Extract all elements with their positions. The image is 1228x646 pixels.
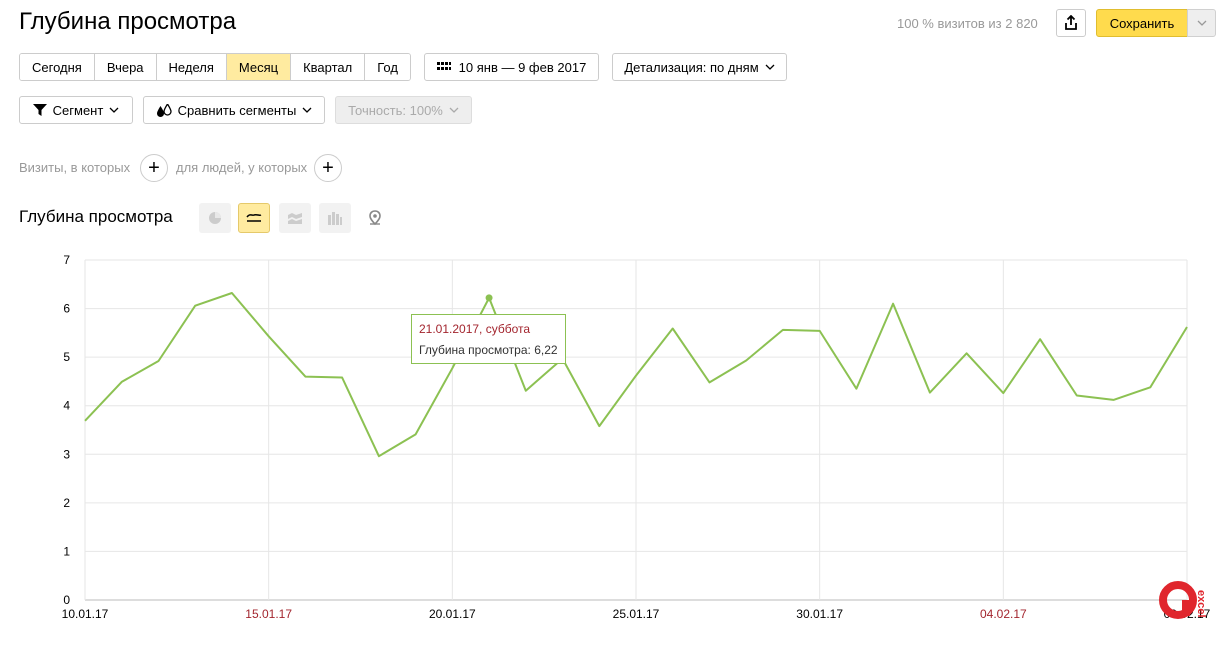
visits-condition-label: Визиты, в которых — [19, 160, 131, 175]
chevron-down-icon — [765, 64, 775, 70]
plus-icon: + — [148, 157, 160, 179]
y-tick-label: 4 — [63, 399, 70, 413]
share-icon — [1065, 15, 1077, 30]
chart-area: 0 1 2 3 4 5 6 7 10.01.17 15.01.17 20.01.17 25.01.17… — [0, 240, 1228, 640]
x-tick-label: 15.01.17 — [245, 607, 292, 621]
period-today[interactable]: Сегодня — [20, 54, 95, 80]
map-icon — [369, 210, 381, 226]
y-tick-label: 6 — [63, 302, 70, 316]
map-button[interactable] — [359, 203, 391, 233]
period-week[interactable]: Неделя — [156, 54, 227, 80]
y-tick-label: 1 — [63, 544, 70, 558]
line-chart-icon — [246, 213, 262, 222]
drops-icon — [156, 103, 172, 117]
detail-label: Детализация: по дням — [624, 59, 759, 75]
y-tick-label: 3 — [63, 447, 70, 461]
pie-chart-button[interactable] — [199, 203, 231, 233]
accuracy-dropdown[interactable]: Точность: 100% — [335, 96, 472, 124]
area-chart-button[interactable] — [279, 203, 311, 233]
date-range-label: 10 янв — 9 фев 2017 — [458, 59, 587, 75]
x-tick-label: 25.01.17 — [613, 607, 660, 621]
chevron-down-icon — [302, 107, 312, 113]
y-tick-label: 2 — [63, 496, 70, 510]
y-tick-label: 5 — [63, 350, 70, 364]
segment-button[interactable]: Сегмент — [19, 96, 133, 124]
line-chart: 0 1 2 3 4 5 6 7 10.01.17 15.01.17 20.01.17 25.01.17… — [62, 253, 1211, 621]
page-title: Глубина просмотра — [19, 8, 237, 35]
area-chart-icon — [288, 213, 302, 224]
plus-icon: + — [322, 157, 334, 179]
pie-chart-icon — [209, 212, 221, 224]
save-menu-button[interactable] — [1187, 9, 1216, 37]
svg-text:excel: excel — [1195, 590, 1207, 618]
period-year[interactable]: Год — [365, 54, 410, 80]
y-tick-label: 7 — [63, 253, 70, 267]
brand-logo: excel — [1159, 581, 1207, 619]
bar-chart-icon — [328, 212, 342, 225]
tooltip-date: 21.01.2017, суббота — [419, 322, 531, 336]
x-tick-label: 30.01.17 — [796, 607, 843, 621]
period-yesterday[interactable]: Вчера — [94, 54, 157, 80]
visits-info: 100 % визитов из 2 820 — [897, 16, 1038, 31]
save-button[interactable]: Сохранить — [1096, 9, 1188, 37]
x-tick-label: 10.01.17 — [62, 607, 109, 621]
calendar-icon — [436, 62, 451, 70]
add-visit-condition-button[interactable]: + — [140, 154, 168, 182]
chevron-down-icon — [449, 107, 459, 113]
line-chart-button[interactable] — [238, 203, 270, 233]
chart-title: Глубина просмотра — [19, 207, 173, 226]
y-tick-label: 0 — [63, 593, 70, 607]
x-tick-label: 04.02.17 — [980, 607, 1027, 621]
accuracy-label: Точность: 100% — [348, 102, 443, 118]
people-condition-label: для людей, у которых — [176, 160, 308, 175]
segment-label: Сегмент — [52, 102, 104, 118]
chart-tooltip: 21.01.2017, суббота Глубина просмотра: 6… — [411, 314, 566, 364]
highlighted-point — [485, 294, 493, 302]
compare-segments-label: Сравнить сегменты — [177, 102, 297, 118]
x-tick-label: 20.01.17 — [429, 607, 476, 621]
share-button[interactable] — [1056, 9, 1086, 37]
period-selector: Сегодня Вчера Неделя Месяц Квартал Год — [19, 53, 411, 81]
date-range-button[interactable]: 10 янв — 9 фев 2017 — [424, 53, 599, 81]
chevron-down-icon — [1197, 20, 1206, 26]
chevron-down-icon — [109, 107, 119, 113]
compare-segments-button[interactable]: Сравнить сегменты — [143, 96, 325, 124]
filter-icon — [32, 104, 47, 116]
period-month[interactable]: Месяц — [226, 54, 292, 80]
period-quarter[interactable]: Квартал — [291, 54, 366, 80]
add-people-condition-button[interactable]: + — [314, 154, 342, 182]
tooltip-value: Глубина просмотра: 6,22 — [419, 343, 558, 357]
bar-chart-button[interactable] — [319, 203, 351, 233]
detail-dropdown[interactable]: Детализация: по дням — [612, 53, 787, 81]
